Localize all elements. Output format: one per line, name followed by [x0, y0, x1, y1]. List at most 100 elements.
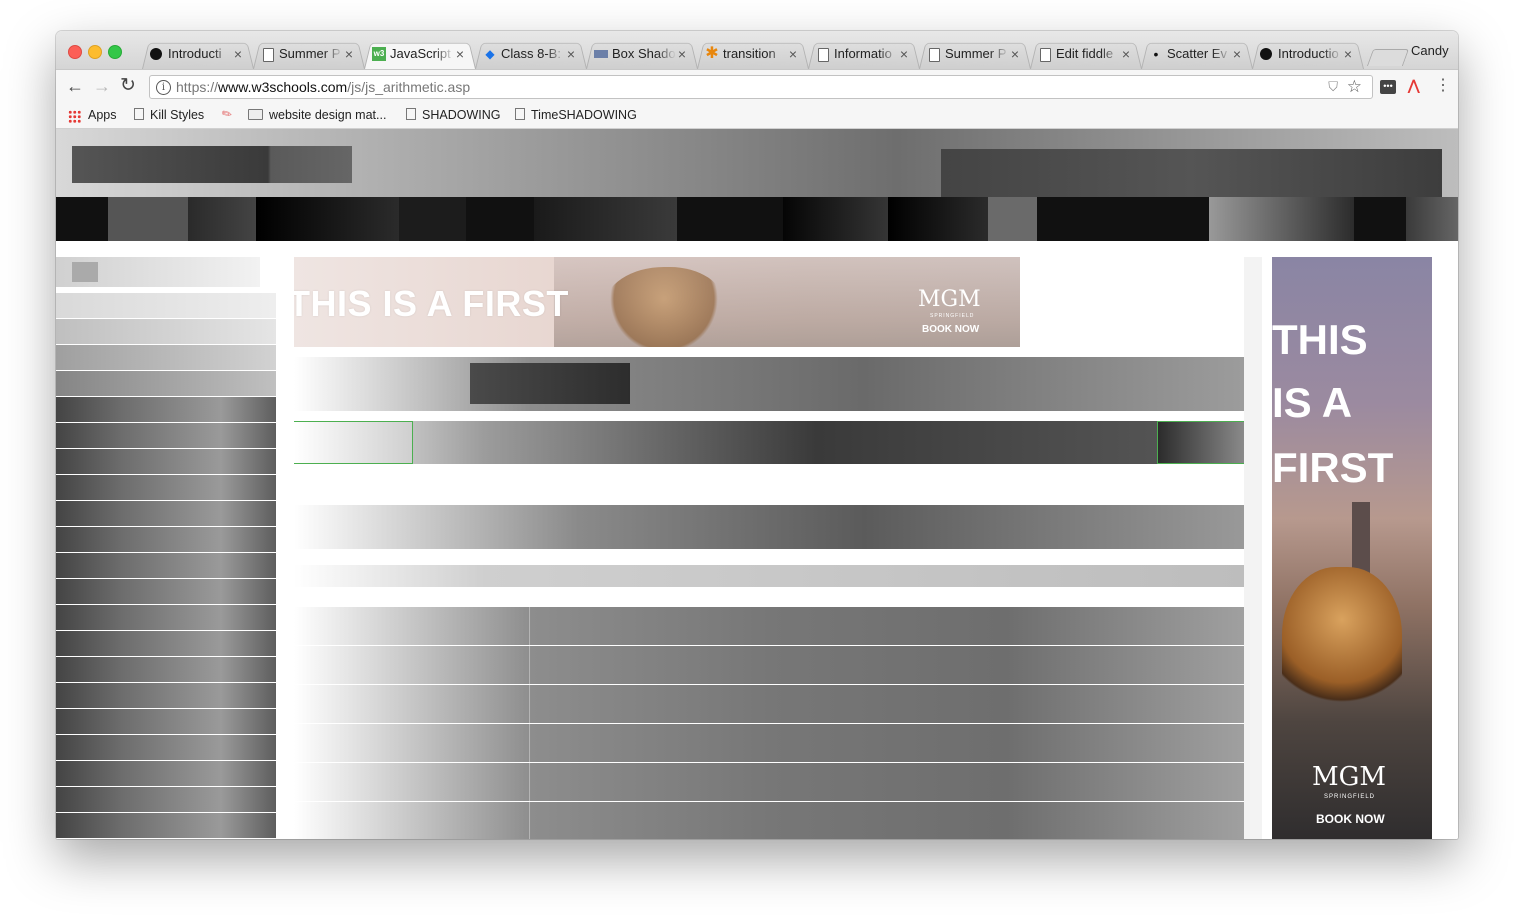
asterisk-favicon-icon: ✱	[705, 45, 719, 62]
sidebar-item[interactable]	[56, 371, 276, 397]
tab-close-icon[interactable]: ×	[1344, 39, 1352, 69]
kebab-menu-icon[interactable]: ⋮	[1435, 76, 1451, 96]
table-row	[294, 607, 1244, 646]
sidebar-item[interactable]	[56, 631, 276, 657]
sidebar-item[interactable]	[56, 683, 276, 709]
url-text[interactable]: https://www.w3schools.com/js/js_arithmet…	[176, 79, 470, 95]
sidebar-item[interactable]	[56, 293, 276, 319]
tab-title: JavaScript	[390, 46, 451, 61]
nav-item[interactable]	[888, 197, 988, 241]
box-favicon-icon	[594, 50, 608, 58]
tab-close-icon[interactable]: ×	[567, 39, 575, 69]
mgm-skyscraper-ad[interactable]: THIS IS A FIRST MGM SPRINGFIELD BOOK NOW	[1272, 257, 1432, 839]
nav-item[interactable]	[783, 197, 888, 241]
mgm-logo: MGM	[918, 287, 981, 312]
close-window-button[interactable]	[68, 45, 82, 59]
nav-item[interactable]	[1406, 197, 1458, 241]
bookmark-shadowing[interactable]: SHADOWING	[406, 108, 500, 122]
nav-item[interactable]	[399, 197, 466, 241]
nav-item[interactable]	[256, 197, 399, 241]
tab-close-icon[interactable]: ×	[900, 39, 908, 69]
previous-button[interactable]	[294, 421, 413, 464]
sidebar-item[interactable]	[56, 527, 276, 553]
tab-summer-1[interactable]: Summer P ×	[245, 39, 365, 69]
nav-item[interactable]	[534, 197, 677, 241]
forward-arrow-icon[interactable]: →	[93, 76, 111, 96]
top-navigation	[56, 197, 1458, 241]
skyscraper-book-now[interactable]: BOOK NOW	[1316, 812, 1385, 826]
sidebar-item[interactable]	[56, 319, 276, 345]
maximize-window-button[interactable]	[108, 45, 122, 59]
sky-headline-line2: IS A	[1272, 379, 1353, 426]
sidebar-item[interactable]	[56, 709, 276, 735]
sidebar-item[interactable]	[56, 553, 276, 579]
new-tab-button[interactable]	[1366, 49, 1410, 66]
bookmark-kill-styles[interactable]: Kill Styles	[134, 108, 204, 122]
feather-icon[interactable]: ✎	[219, 105, 235, 122]
reload-icon[interactable]: ↻	[120, 76, 136, 96]
bookmark-star-icon[interactable]: ☆	[1347, 77, 1362, 97]
left-sidebar	[56, 293, 276, 839]
tab-transition[interactable]: ✱ transition ×	[689, 39, 809, 69]
page-favicon-icon	[1040, 48, 1051, 62]
tab-scatter[interactable]: • Scatter Ev ×	[1133, 39, 1253, 69]
tab-close-icon[interactable]: ×	[678, 39, 686, 69]
nav-item[interactable]	[188, 197, 256, 241]
sidebar-item[interactable]	[56, 735, 276, 761]
back-arrow-icon[interactable]: ←	[66, 76, 84, 96]
layers-favicon-icon: ◆	[485, 47, 495, 61]
tab-close-icon[interactable]: ×	[789, 39, 797, 69]
bookmark-folder-website-design[interactable]: website design mat...	[248, 108, 386, 122]
sidebar-item[interactable]	[56, 345, 276, 371]
sidebar-item[interactable]	[56, 423, 276, 449]
bookmark-label: Kill Styles	[150, 108, 205, 122]
tab-close-icon[interactable]: ×	[1233, 39, 1241, 69]
info-icon[interactable]: i	[156, 80, 171, 95]
tab-javascript-active[interactable]: w3 JavaScript ×	[356, 39, 476, 69]
tab-class-8b[interactable]: ◆ Class 8-B: ×	[467, 39, 587, 69]
tab-summer-2[interactable]: Summer P ×	[911, 39, 1031, 69]
sidebar-item[interactable]	[56, 605, 276, 631]
tab-close-icon[interactable]: ×	[345, 39, 353, 69]
sidebar-item[interactable]	[56, 579, 276, 605]
site-logo[interactable]	[72, 146, 352, 183]
tab-introduction-2[interactable]: Introductio ×	[1244, 39, 1364, 69]
sidebar-item[interactable]	[56, 657, 276, 683]
sidebar-item[interactable]	[56, 813, 276, 839]
bookmark-timeshadowing[interactable]: TimeSHADOWING	[515, 108, 637, 122]
table-row	[294, 685, 1244, 724]
sidebar-item[interactable]	[56, 475, 276, 501]
sidebar-item[interactable]	[56, 501, 276, 527]
prev-next-band	[294, 421, 1244, 464]
nav-item[interactable]	[988, 197, 1037, 241]
extension-icon[interactable]: •••	[1380, 80, 1396, 94]
profile-name[interactable]: Candy	[1411, 43, 1449, 58]
banner-book-now[interactable]: BOOK NOW	[922, 324, 979, 335]
sidebar-item[interactable]	[56, 397, 276, 423]
nav-item[interactable]	[108, 197, 188, 241]
header-search-block[interactable]	[941, 149, 1442, 197]
sidebar-item[interactable]	[56, 761, 276, 787]
circle-favicon-icon	[1260, 48, 1272, 60]
tab-edit-fiddle[interactable]: Edit fiddle ×	[1022, 39, 1142, 69]
mgm-banner-ad[interactable]: THIS IS A FIRST MGM SPRINGFIELD BOOK NOW	[294, 257, 1020, 347]
tab-box-shadow[interactable]: Box Shado ×	[578, 39, 698, 69]
tab-close-icon[interactable]: ×	[456, 39, 464, 69]
bookmark-apps[interactable]: Apps	[88, 108, 117, 122]
content-area: THIS IS A FIRST MGM SPRINGFIELD BOOK NOW	[56, 241, 1458, 839]
tab-close-icon[interactable]: ×	[234, 39, 242, 69]
tab-introduction-1[interactable]: Introducti ×	[134, 39, 254, 69]
tab-close-icon[interactable]: ×	[1122, 39, 1130, 69]
next-button[interactable]	[1157, 421, 1244, 464]
address-bar[interactable]: i https://www.w3schools.com/js/js_arithm…	[149, 75, 1373, 99]
page-icon	[515, 108, 525, 120]
tab-close-icon[interactable]: ×	[1011, 39, 1019, 69]
tab-information[interactable]: Informatio ×	[800, 39, 920, 69]
extension-colorful-icon[interactable]: ⋀	[1408, 77, 1419, 94]
blocked-content-icon[interactable]: ⛉	[1328, 79, 1338, 95]
apps-grid-icon	[68, 110, 81, 123]
sidebar-item[interactable]	[56, 449, 276, 475]
nav-item[interactable]	[1209, 197, 1354, 241]
minimize-window-button[interactable]	[88, 45, 102, 59]
sidebar-item[interactable]	[56, 787, 276, 813]
